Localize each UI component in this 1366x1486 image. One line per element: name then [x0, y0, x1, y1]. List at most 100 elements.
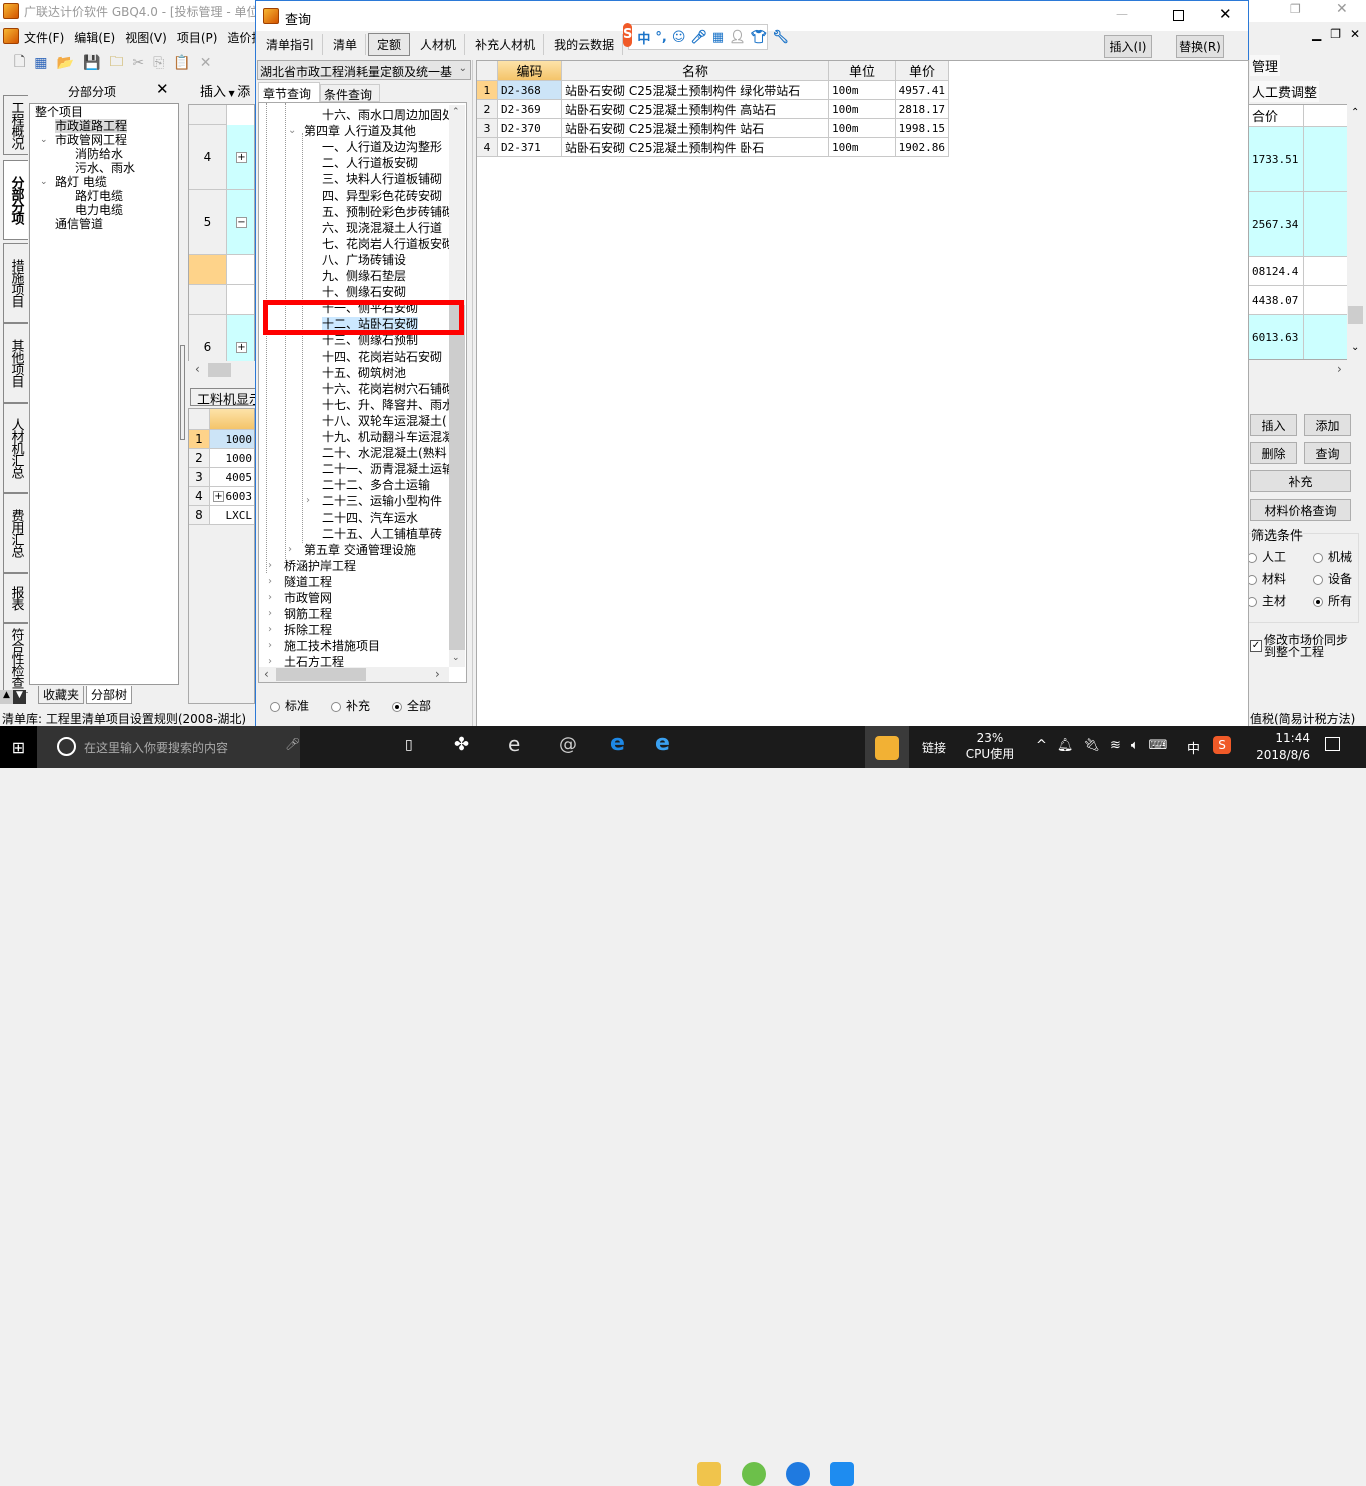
browser-360-icon[interactable] [742, 1462, 766, 1486]
right-grid-cell[interactable] [1304, 192, 1349, 257]
right-supplement-button[interactable]: 补充 [1250, 470, 1351, 492]
chapter-tree-item[interactable]: 九、侧缘石垫层 [322, 268, 406, 284]
plus-app-icon[interactable] [830, 1462, 854, 1486]
vertical-tab[interactable]: 分部分项 [3, 160, 28, 240]
mdi-minimize-icon[interactable]: ▁ [1312, 27, 1321, 41]
dialog-tab[interactable]: 补充人材机 [467, 33, 545, 55]
g-app-icon[interactable] [786, 1462, 810, 1486]
filter-radio[interactable]: 人工 [1247, 548, 1286, 565]
ime-punct[interactable]: °, [655, 30, 666, 45]
chapter-tree-vscroll[interactable]: ⌃ ⌄ [449, 105, 465, 667]
main-restore-icon[interactable]: ❐ [1290, 2, 1301, 16]
filter-radio[interactable]: 所有 [1313, 592, 1352, 609]
gbq-taskbar-button[interactable] [865, 726, 909, 768]
column-header[interactable]: 单价 [896, 61, 949, 81]
table-cell-price[interactable]: 1998.15 [896, 119, 949, 138]
edge-icon[interactable]: e [610, 731, 625, 756]
chapter-tree-item[interactable]: 十六、雨水口周边加固处 [322, 107, 454, 123]
dialog-tab[interactable]: 定额 [368, 32, 411, 56]
table-cell-price[interactable]: 1902.86 [896, 138, 949, 157]
new-project-icon[interactable]: ▦ [34, 55, 47, 71]
radio-icon[interactable] [392, 701, 403, 712]
keyboard-icon[interactable]: ⌨ [1149, 738, 1168, 753]
new-icon[interactable]: 🗋 [14, 51, 25, 75]
vertical-tab[interactable]: 工程概况 [3, 95, 28, 155]
radio-icon[interactable] [331, 701, 342, 712]
chapter-tree-item[interactable]: › 钢筋工程 [268, 606, 332, 622]
chapter-tree-item[interactable]: 五、预制砼彩色步砖铺砌 [322, 204, 454, 220]
file-explorer-icon[interactable] [697, 1462, 721, 1486]
chapter-tree-item[interactable]: 十九、机动翻斗车运混凝 [322, 429, 454, 445]
table-cell-price[interactable]: 2818.17 [896, 100, 949, 119]
chevron-right-icon[interactable]: › [268, 590, 272, 606]
chapter-tree-item[interactable]: › 桥涵护岸工程 [268, 558, 356, 574]
show-hidden-icons[interactable]: ^ [1036, 738, 1047, 753]
tree-item[interactable]: 整个项目 [35, 105, 83, 119]
right-query-button[interactable]: 查询 [1304, 442, 1351, 464]
chapter-tree-item[interactable]: 十四、花岗岩站石安砌 [322, 349, 442, 365]
chevron-right-icon[interactable]: › [268, 622, 272, 638]
radio-icon[interactable] [1313, 596, 1323, 607]
right-grid-value[interactable]: 1733.51 [1249, 127, 1304, 192]
microphone-icon[interactable]: 🎤︎ [690, 30, 707, 45]
grid-row-number[interactable]: 5 [189, 190, 227, 255]
right-grid-value[interactable]: 2567.34 [1249, 192, 1304, 257]
menu-item[interactable]: 文件(F) [24, 29, 64, 46]
sync-market-price-checkbox[interactable]: ✓ 修改市场价同步到整个工程 [1250, 634, 1360, 658]
chapter-tree-item[interactable]: 十八、双轮车运混凝土( [322, 413, 447, 429]
tree-item[interactable]: 路灯电缆 [75, 189, 123, 203]
chapter-tree-item[interactable]: › 第五章 交通管理设施 [288, 542, 416, 558]
chevron-right-icon[interactable]: › [306, 493, 310, 509]
material-price-query-button[interactable]: 材料价格查询 [1250, 499, 1351, 521]
row-number[interactable]: 2 [477, 100, 498, 119]
right-grid-value[interactable]: 4438.07 [1249, 286, 1304, 315]
right-delete-button[interactable]: 删除 [1250, 442, 1297, 464]
keyboard-icon[interactable]: ▦ [712, 30, 724, 45]
paste-icon[interactable]: 📋 [173, 55, 190, 71]
right-grid-cell[interactable] [1304, 315, 1349, 359]
sogou-tray-icon[interactable]: S [1213, 736, 1231, 754]
insert-button[interactable]: 插入(I) [1104, 35, 1152, 58]
tree-item[interactable]: ⌄ 市政管网工程 [40, 133, 127, 147]
resource-code[interactable]: LXCL [210, 506, 254, 525]
right-grid-vscroll[interactable]: ⌃ ⌄ [1347, 104, 1365, 360]
tree-item[interactable]: ⌄ 路灯 电缆 [40, 175, 107, 189]
table-cell-code[interactable]: D2-369 [498, 100, 562, 119]
chapter-tree-item[interactable]: 一、人行道及边沟整形 [322, 139, 442, 155]
right-grid-cell[interactable] [1304, 127, 1349, 192]
chapter-tree-item[interactable]: 十六、花岗岩树穴石铺砌 [322, 381, 454, 397]
start-button[interactable]: ⊞ [0, 726, 37, 768]
chapter-tree-item[interactable]: 八、广场砖铺设 [322, 252, 406, 268]
quota-type-radio[interactable]: 全部 [392, 697, 431, 714]
tab-favorites[interactable]: 收藏夹 [38, 686, 85, 704]
fan-app-icon[interactable]: ✤ [454, 734, 469, 755]
grid-row[interactable] [227, 255, 254, 285]
right-tab-manage[interactable]: 管理 [1250, 55, 1281, 76]
vertical-tab[interactable]: 费用汇总 [3, 493, 28, 573]
grid-row-number[interactable] [189, 285, 227, 315]
table-cell-name[interactable]: 站卧石安砌 C25混凝土预制构件 卧石 [562, 138, 829, 157]
right-grid-value[interactable]: 6013.63 [1249, 315, 1304, 359]
insert-menu[interactable]: 插入 [200, 85, 226, 100]
wrench-icon[interactable]: 🔧︎ [772, 30, 789, 45]
notification-bell-icon[interactable]: 🔔︎ [1057, 738, 1074, 753]
ie-old-icon[interactable]: e [508, 732, 520, 756]
mdi-restore-icon[interactable]: ❐ [1330, 27, 1341, 41]
chevron-right-icon[interactable]: › [268, 574, 272, 590]
column-header[interactable]: 编码 [498, 61, 562, 81]
chevron-right-icon[interactable]: › [268, 558, 272, 574]
dialog-tab[interactable]: 我的云数据 [546, 33, 624, 55]
filter-radio[interactable]: 主材 [1247, 592, 1286, 609]
tree-item[interactable]: 污水、雨水 [75, 161, 135, 175]
column-header[interactable]: 单位 [829, 61, 896, 81]
vertical-tab[interactable]: 符合性检查 [3, 623, 28, 693]
tree-item[interactable]: 通信管道 [55, 217, 103, 231]
search-box[interactable]: 在这里输入你要搜索的内容 🎤︎ [37, 726, 300, 768]
resource-code[interactable]: 4005 [210, 468, 254, 487]
sogou-icon[interactable]: S [623, 23, 633, 47]
radio-icon[interactable] [1313, 552, 1323, 563]
chapter-tree-item[interactable]: 四、异型彩色花砖安砌 [322, 188, 442, 204]
tree-item[interactable]: 电力电缆 [75, 203, 123, 217]
scroll-down-icon[interactable]: ⌄ [1351, 342, 1359, 353]
copy-icon[interactable]: ⎘ [153, 55, 164, 71]
